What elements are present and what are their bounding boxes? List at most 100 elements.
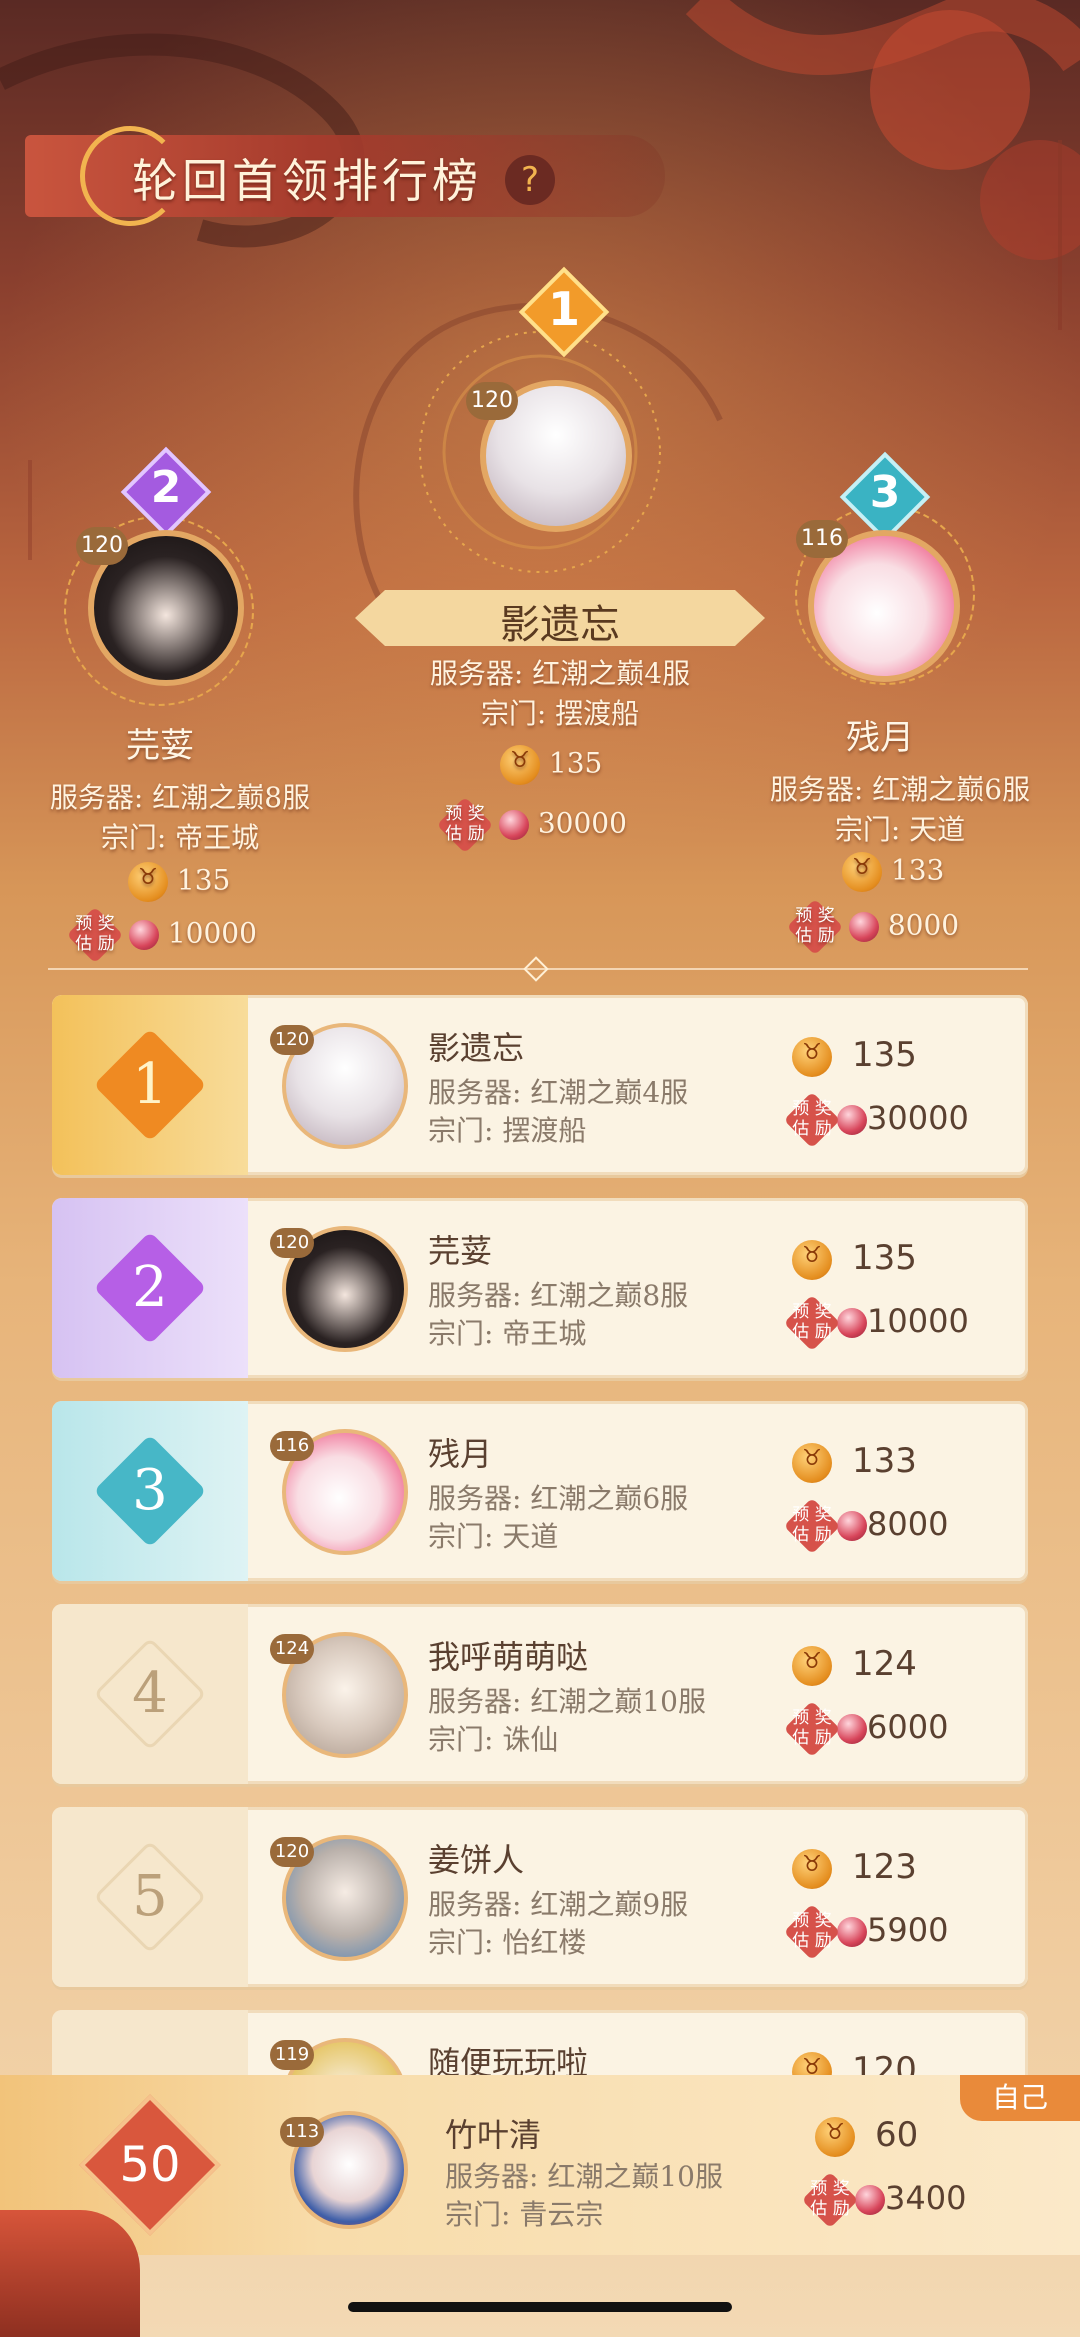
player-level: 120 <box>270 1228 314 1258</box>
player-sect: 宗门: 诛仙 <box>428 1723 559 1756</box>
podium-third-name: 残月 <box>846 718 914 758</box>
player-name: 姜饼人 <box>428 1841 525 1879</box>
podium-second-name: 芫荽 <box>126 726 194 766</box>
self-name: 竹叶清 <box>445 2116 542 2154</box>
podium-third-score: 133 <box>842 852 944 892</box>
player-reward: 预 奖估 励 10000 <box>783 1294 969 1352</box>
player-server: 服务器: 红潮之巅9服 <box>428 1888 689 1921</box>
gem-icon <box>837 1308 867 1338</box>
podium-third-level: 116 <box>796 520 848 558</box>
gem-icon <box>837 1917 867 1947</box>
player-reward: 预 奖估 励 5900 <box>783 1903 948 1961</box>
list-row-2[interactable]: 2 120 芫荽 服务器: 红潮之巅8服 宗门: 帝王城 135 预 奖估 励1… <box>52 1198 1028 1378</box>
self-score: 60 <box>815 2115 918 2157</box>
player-server: 服务器: 红潮之巅4服 <box>428 1076 689 1109</box>
divider-ornament <box>523 956 549 982</box>
podium-third-sect: 宗门: 天道 <box>834 813 966 846</box>
boss-coin-icon <box>792 1645 832 1686</box>
boss-coin-icon <box>815 2116 855 2157</box>
podium-second-server: 服务器: 红潮之巅8服 <box>49 781 311 814</box>
player-level: 116 <box>270 1431 314 1461</box>
gem-icon <box>837 1511 867 1541</box>
self-level: 113 <box>280 2117 324 2147</box>
boss-coin-icon <box>792 1239 832 1280</box>
podium-first-level: 120 <box>466 382 518 420</box>
podium-second-reward: 预 奖估 励 10000 <box>66 906 257 964</box>
player-sect: 宗门: 怡红楼 <box>428 1926 587 1959</box>
player-name: 我呼萌萌哒 <box>428 1638 589 1676</box>
score-value: 133 <box>890 853 945 887</box>
podium-first-name: 影遗忘 <box>500 602 620 648</box>
self-reward: 预 奖估 励 3400 <box>801 2171 966 2229</box>
reward-estimate-badge: 预 奖估 励 <box>436 796 494 854</box>
boss-coin-icon <box>842 852 882 892</box>
home-indicator[interactable] <box>348 2302 732 2312</box>
player-server: 服务器: 红潮之巅8服 <box>428 1279 689 1312</box>
player-level: 124 <box>270 1634 314 1664</box>
reward-estimate-badge: 预 奖估 励 <box>783 1294 841 1352</box>
gem-icon <box>837 1105 867 1135</box>
gem-icon <box>848 912 879 942</box>
reward-estimate-badge: 预 奖估 励 <box>783 1903 841 1961</box>
player-level: 120 <box>270 1025 314 1055</box>
gem-icon <box>855 2185 885 2215</box>
lantern-decoration <box>0 2210 140 2337</box>
list-row-1[interactable]: 1 120 影遗忘 服务器: 红潮之巅4服 宗门: 摆渡船 135 预 奖估 励… <box>52 995 1028 1175</box>
reward-estimate-badge: 预 奖估 励 <box>783 1091 841 1149</box>
player-reward: 预 奖估 励 30000 <box>783 1091 969 1149</box>
gem-icon <box>837 1714 867 1744</box>
reward-value: 8000 <box>887 908 960 942</box>
player-score: 123 <box>792 1847 917 1889</box>
list-row-5[interactable]: 5 120 姜饼人 服务器: 红潮之巅9服 宗门: 怡红楼 123 预 奖估 励… <box>52 1807 1028 1987</box>
rank-number: 3 <box>132 1458 168 1523</box>
player-score: 133 <box>792 1441 917 1483</box>
page-title: 轮回首领排行榜 <box>132 154 482 208</box>
player-score: 135 <box>792 1238 917 1280</box>
score-value: 135 <box>176 863 231 897</box>
podium-second-score: 135 <box>128 862 230 902</box>
player-server: 服务器: 红潮之巅10服 <box>428 1685 706 1718</box>
podium-first-sect: 宗门: 摆渡船 <box>480 697 640 730</box>
podium-first-reward: 预 奖估 励 30000 <box>436 796 627 854</box>
player-sect: 宗门: 帝王城 <box>428 1317 587 1350</box>
reward-value: 30000 <box>537 806 627 840</box>
boss-coin-icon <box>792 1848 832 1889</box>
reward-estimate-badge: 预 奖估 励 <box>783 1700 841 1758</box>
podium-second-level: 120 <box>76 527 128 565</box>
player-level: 119 <box>270 2040 314 2070</box>
rank-number: 4 <box>132 1661 168 1726</box>
boss-coin-icon <box>128 862 168 902</box>
player-level: 120 <box>270 1837 314 1867</box>
self-sect: 宗门: 青云宗 <box>445 2198 604 2231</box>
podium-second-sect: 宗门: 帝王城 <box>100 821 260 854</box>
reward-estimate-badge: 预 奖估 励 <box>66 906 124 964</box>
list-row-4[interactable]: 4 124 我呼萌萌哒 服务器: 红潮之巅10服 宗门: 诛仙 124 预 奖估… <box>52 1604 1028 1784</box>
reward-estimate-badge: 预 奖估 励 <box>783 1497 841 1555</box>
score-value: 135 <box>548 746 603 780</box>
podium-third-reward: 预 奖估 励 8000 <box>786 898 960 956</box>
rank-number: 5 <box>132 1864 168 1929</box>
podium-first-rank: 1 <box>547 282 580 336</box>
player-score: 124 <box>792 1644 917 1686</box>
podium-second-rank: 2 <box>150 462 182 513</box>
gem-icon <box>498 810 529 840</box>
player-sect: 宗门: 摆渡船 <box>428 1114 587 1147</box>
player-name: 芫荽 <box>428 1232 493 1270</box>
boss-coin-icon <box>792 1442 832 1483</box>
reward-estimate-badge: 预 奖估 励 <box>801 2171 859 2229</box>
rank-number: 1 <box>132 1052 168 1117</box>
self-rank-bar[interactable]: 50 113 竹叶清 服务器: 红潮之巅10服 宗门: 青云宗 60 预 奖估 … <box>0 2075 1080 2255</box>
podium-first-server: 服务器: 红潮之巅4服 <box>429 657 691 690</box>
rank-number: 2 <box>132 1255 168 1320</box>
self-tag: 自己 <box>960 2075 1080 2121</box>
player-reward: 预 奖估 励 8000 <box>783 1497 948 1555</box>
player-reward: 预 奖估 励 6000 <box>783 1700 948 1758</box>
player-score: 135 <box>792 1035 917 1077</box>
player-name: 影遗忘 <box>428 1029 525 1067</box>
player-sect: 宗门: 天道 <box>428 1520 559 1553</box>
list-row-3[interactable]: 3 116 残月 服务器: 红潮之巅6服 宗门: 天道 133 预 奖估 励80… <box>52 1401 1028 1581</box>
gem-icon <box>128 920 159 950</box>
help-button[interactable]: ? <box>505 155 555 205</box>
player-name: 残月 <box>428 1435 493 1473</box>
reward-value: 10000 <box>167 916 257 950</box>
